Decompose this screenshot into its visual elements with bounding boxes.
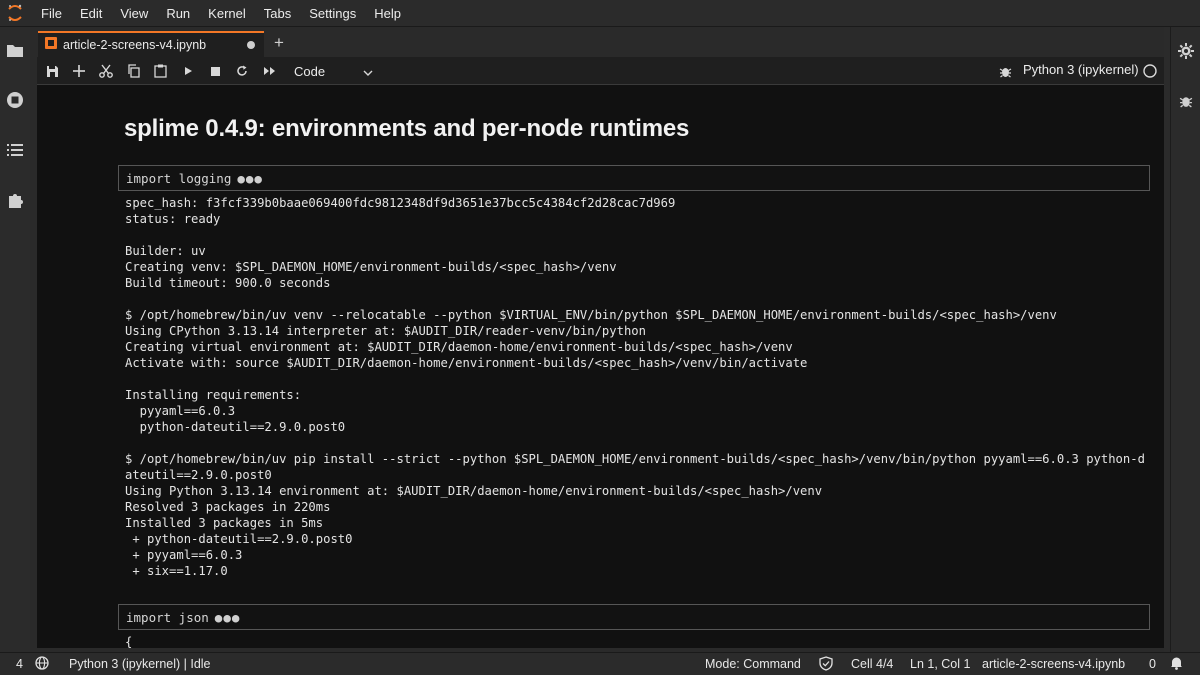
jupyter-logo-icon (0, 0, 30, 27)
cell-type-select[interactable]: Code (287, 61, 373, 81)
toc-icon[interactable] (5, 140, 25, 160)
bell-icon[interactable] (1170, 656, 1183, 673)
menu-kernel[interactable]: Kernel (199, 0, 255, 27)
globe-icon[interactable] (35, 656, 49, 673)
terminal-count[interactable]: 4 (16, 657, 23, 671)
menu-view[interactable]: View (111, 0, 157, 27)
save-icon[interactable] (42, 61, 62, 81)
copy-icon[interactable] (123, 61, 143, 81)
cursor-position[interactable]: Ln 1, Col 1 (910, 657, 970, 671)
tab-bar: article-2-screens-v4.ipynb + (30, 27, 1164, 57)
restart-icon[interactable] (232, 61, 252, 81)
debugger-icon[interactable] (1176, 91, 1196, 111)
right-sidebar (1170, 27, 1200, 652)
menu-file[interactable]: File (32, 0, 71, 27)
code-cell-2[interactable]: import json ●●● (118, 604, 1150, 630)
collapsed-ellipsis-icon[interactable]: ●●● (215, 610, 241, 625)
extensions-icon[interactable] (5, 190, 25, 210)
fast-forward-icon[interactable] (259, 61, 279, 81)
mode-indicator: Mode: Command (705, 657, 801, 671)
unsaved-indicator-icon[interactable] (247, 41, 255, 49)
status-file-name: article-2-screens-v4.ipynb (982, 657, 1126, 671)
bug-icon[interactable] (995, 61, 1015, 81)
code-cell-1[interactable]: import logging ●●● (118, 165, 1150, 191)
chevron-down-icon (363, 64, 373, 79)
left-sidebar (0, 27, 30, 652)
menu-help[interactable]: Help (365, 0, 410, 27)
notification-count[interactable]: 0 (1149, 657, 1156, 671)
menu-edit[interactable]: Edit (71, 0, 111, 27)
cell-position: Cell 4/4 (851, 657, 894, 671)
kernel-name-button[interactable]: Python 3 (ipykernel) (1023, 62, 1139, 77)
notebook-toolbar: Code Python 3 (ipykernel) (37, 57, 1164, 85)
kernel-status[interactable]: Python 3 (ipykernel) | Idle (69, 657, 211, 671)
new-launcher-button[interactable]: + (268, 32, 290, 54)
cell-1-code: import logging (126, 170, 232, 186)
notebook-heading: splime 0.4.9: environments and per-node … (124, 115, 690, 142)
notebook-tab[interactable]: article-2-screens-v4.ipynb (38, 31, 264, 57)
run-icon[interactable] (178, 61, 198, 81)
tab-title: article-2-screens-v4.ipynb (63, 38, 207, 52)
collapsed-ellipsis-icon[interactable]: ●●● (237, 171, 263, 186)
stop-icon[interactable] (205, 61, 225, 81)
cell-type-value: Code (294, 63, 326, 79)
menu-tabs[interactable]: Tabs (255, 0, 300, 27)
notebook-file-icon (45, 36, 57, 54)
add-icon[interactable] (69, 61, 89, 81)
cell-2-output: { (125, 635, 133, 648)
menu-settings[interactable]: Settings (300, 0, 365, 27)
shield-check-icon[interactable] (819, 656, 833, 674)
paste-icon[interactable] (150, 61, 170, 81)
menu-bar: File Edit View Run Kernel Tabs Settings … (0, 0, 1200, 27)
menu-run[interactable]: Run (157, 0, 199, 27)
running-icon[interactable] (5, 90, 25, 110)
cut-icon[interactable] (96, 61, 116, 81)
cell-1-output: spec_hash: f3fcf339b0baae069400fdc981234… (125, 196, 1145, 578)
folder-icon[interactable] (5, 40, 25, 60)
notebook-panel[interactable]: splime 0.4.9: environments and per-node … (37, 85, 1164, 648)
cell-2-code: import json (126, 609, 209, 625)
property-inspector-icon[interactable] (1176, 41, 1196, 61)
status-bar: 4 Python 3 (ipykernel) | Idle Mode: Comm… (0, 652, 1200, 675)
kernel-status-icon (1140, 61, 1160, 81)
